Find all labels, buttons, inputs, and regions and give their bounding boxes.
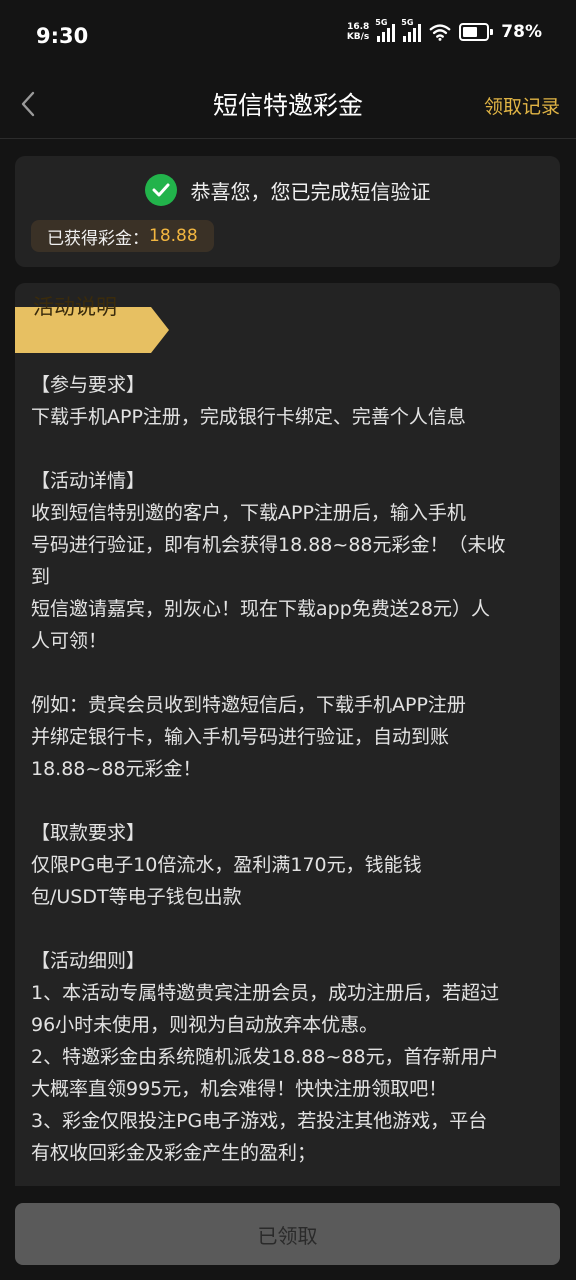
rules-spacer (31, 433, 546, 465)
signal-1-tag: 5G (375, 18, 388, 27)
rules-line: 【活动细则】 (31, 950, 146, 972)
status-bar: 9:30 16.8 KB/s 5G 5G 78% (0, 0, 576, 72)
verification-card: 恭喜您，您已完成短信验证 已获得彩金： 18.88 (15, 156, 560, 267)
network-speed-unit: KB/s (346, 32, 370, 42)
claimed-button[interactable]: 已领取 (15, 1203, 560, 1265)
signal-2-icon: 5G (401, 18, 422, 42)
check-circle-icon (144, 174, 177, 206)
rules-line: 【活动详情】 (31, 470, 146, 492)
activity-rules-card: 活动说明 【参与要求】下载手机APP注册，完成银行卡绑定、完善个人信息 【活动详情… (15, 283, 560, 1280)
rules-spacer (31, 913, 546, 945)
rules-line: 号码进行验证，即有机会获得18.88~88元彩金！（未收 (31, 534, 506, 556)
rules-line: 收到短信特别邀的客户，下载APP注册后，输入手机 (31, 502, 466, 524)
rules-line: 96小时未使用，则视为自动放弃本优惠。 (31, 1014, 379, 1036)
records-link[interactable]: 领取记录 (484, 92, 560, 119)
wifi-icon (429, 24, 451, 41)
rules-line: 人可领！ (31, 630, 108, 652)
rules-spacer (31, 657, 546, 689)
battery-icon (459, 23, 494, 41)
rules-line: 到 (31, 566, 51, 588)
rules-line: 【参与要求】 (31, 374, 146, 396)
verification-row: 恭喜您，您已完成短信验证 (15, 174, 560, 206)
rules-line: 大概率直领995元，机会难得！快快注册领取吧！ (31, 1078, 448, 1100)
rules-text: 【参与要求】下载手机APP注册，完成银行卡绑定、完善个人信息 【活动详情】收到短信… (31, 369, 546, 1169)
bonus-badge: 已获得彩金： 18.88 (31, 220, 214, 252)
bonus-label: 已获得彩金： (47, 228, 149, 249)
rules-line: 并绑定银行卡，输入手机号码进行验证，自动到账 (31, 726, 450, 748)
rules-line: 有权收回彩金及彩金产生的盈利； (31, 1142, 317, 1164)
rules-line: 例如：贵宾会员收到特邀短信后，下载手机APP注册 (31, 694, 466, 716)
status-icons: 16.8 KB/s 5G 5G 78% (347, 18, 542, 42)
rules-line: 下载手机APP注册，完成银行卡绑定、完善个人信息 (31, 406, 466, 428)
battery-percent: 78% (501, 22, 542, 42)
signal-1-icon: 5G (375, 18, 396, 42)
rules-line: 18.88~88元彩金！ (31, 758, 202, 780)
bonus-value: 18.88 (149, 226, 198, 246)
rules-line: 短信邀请嘉宾，别灰心！现在下载app免费送28元）人 (31, 598, 490, 620)
rules-line: 1、本活动专属特邀贵宾注册会员，成功注册后，若超过 (31, 982, 500, 1004)
page: 9:30 16.8 KB/s 5G 5G 78% 短信特邀彩金 领取记录 恭喜您… (0, 0, 576, 1280)
rules-spacer (31, 785, 546, 817)
signal-2-tag: 5G (401, 18, 414, 27)
rules-line: 包/USDT等电子钱包出款 (31, 886, 242, 908)
rules-line: 2、特邀彩金由系统随机派发18.88~88元，首存新用户 (31, 1046, 499, 1068)
bottom-bar: 已领取 (0, 1186, 576, 1280)
verification-message: 恭喜您，您已完成短信验证 (190, 179, 431, 204)
network-speed-value: 16.8 (347, 22, 370, 32)
ribbon-label: 活动说明 (33, 295, 117, 319)
network-speed: 16.8 KB/s (347, 22, 369, 42)
rules-line: 3、彩金仅限投注PG电子游戏，若投注其他游戏，平台 (31, 1110, 488, 1132)
rules-line: 【取款要求】 (31, 822, 146, 844)
app-header: 短信特邀彩金 领取记录 (0, 72, 576, 139)
rules-line: 仅限PG电子10倍流水，盈利满170元，钱能钱 (31, 854, 422, 876)
status-time: 9:30 (36, 24, 89, 48)
